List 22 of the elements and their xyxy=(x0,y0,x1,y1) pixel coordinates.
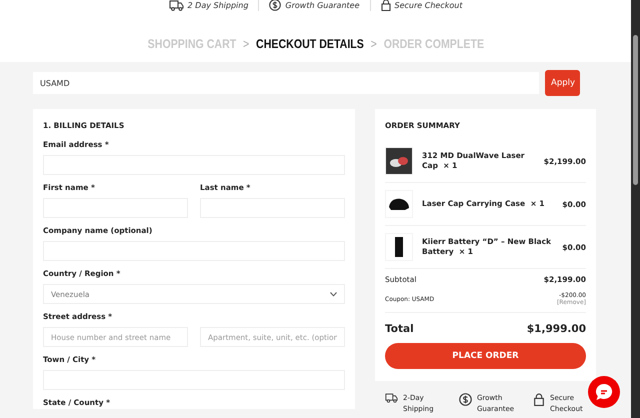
coupon-field[interactable]: USAMD xyxy=(33,72,539,94)
badge-label: Growth Guarantee xyxy=(285,0,360,10)
product-thumbnail xyxy=(385,233,413,261)
apply-button[interactable]: Apply xyxy=(545,70,580,96)
badge-label: 2 Day Shipping xyxy=(188,0,248,10)
breadcrumb-separator: > xyxy=(370,37,377,51)
place-order-button[interactable]: PLACE ORDER xyxy=(385,343,586,369)
badge-label: Secure Checkout xyxy=(394,0,462,10)
dollar-coin-icon xyxy=(269,0,282,11)
chat-bubble-icon xyxy=(595,383,613,401)
product-thumbnail xyxy=(385,190,413,218)
breadcrumb-separator: > xyxy=(242,37,249,51)
dollar-coin-icon xyxy=(459,393,472,406)
total-label: Total xyxy=(385,323,414,335)
scrollbar[interactable] xyxy=(631,0,640,418)
chevron-down-icon xyxy=(330,292,337,296)
lock-icon xyxy=(380,0,391,11)
checkout-step[interactable]: CHECKOUT DETAILS xyxy=(256,37,364,51)
total-value: $1,999.00 xyxy=(526,323,586,335)
lock-icon xyxy=(533,393,545,406)
truck-icon xyxy=(385,393,398,403)
product-thumbnail xyxy=(385,147,413,175)
